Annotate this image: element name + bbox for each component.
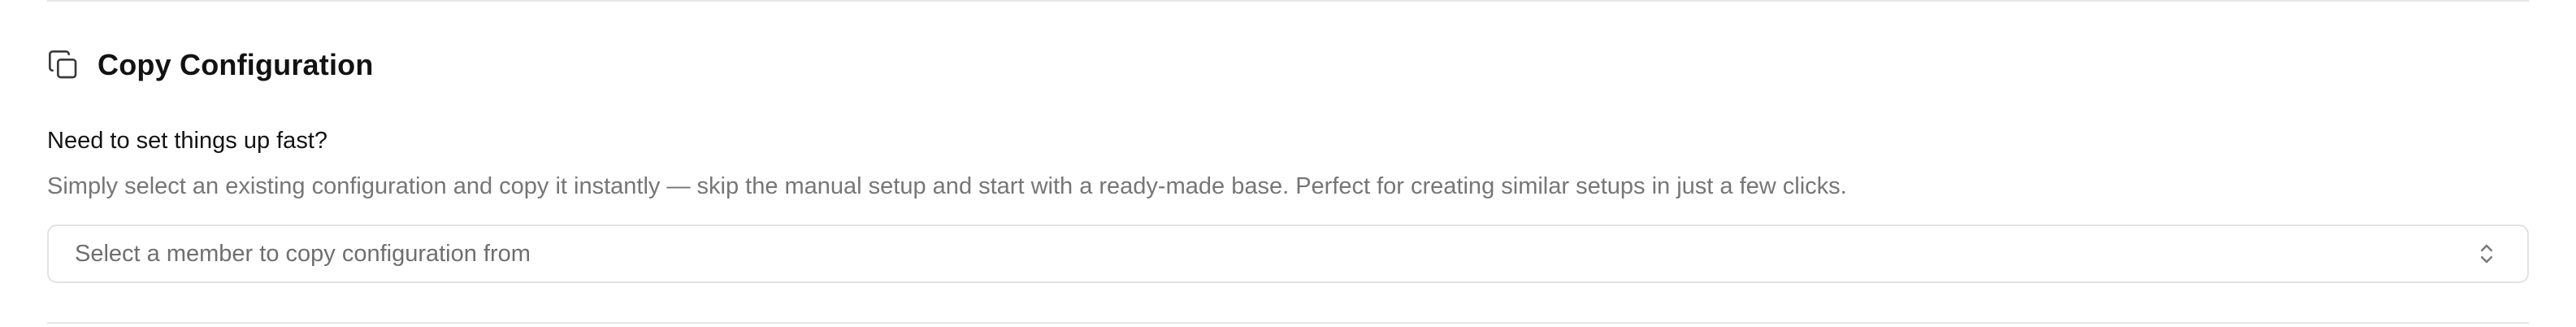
member-select-placeholder: Select a member to copy configuration fr… — [75, 240, 531, 267]
copy-configuration-section: Copy Configuration Need to set things up… — [0, 0, 2576, 327]
intro-description: Simply select an existing configuration … — [47, 173, 1847, 199]
bottom-divider — [47, 322, 2529, 324]
intro-question: Need to set things up fast? — [47, 128, 327, 154]
copy-icon — [47, 49, 80, 81]
chevrons-up-down-icon — [2477, 241, 2496, 267]
section-header: Copy Configuration — [47, 47, 374, 83]
section-title: Copy Configuration — [98, 48, 374, 81]
member-select[interactable]: Select a member to copy configuration fr… — [47, 225, 2529, 283]
top-divider — [47, 0, 2529, 2]
